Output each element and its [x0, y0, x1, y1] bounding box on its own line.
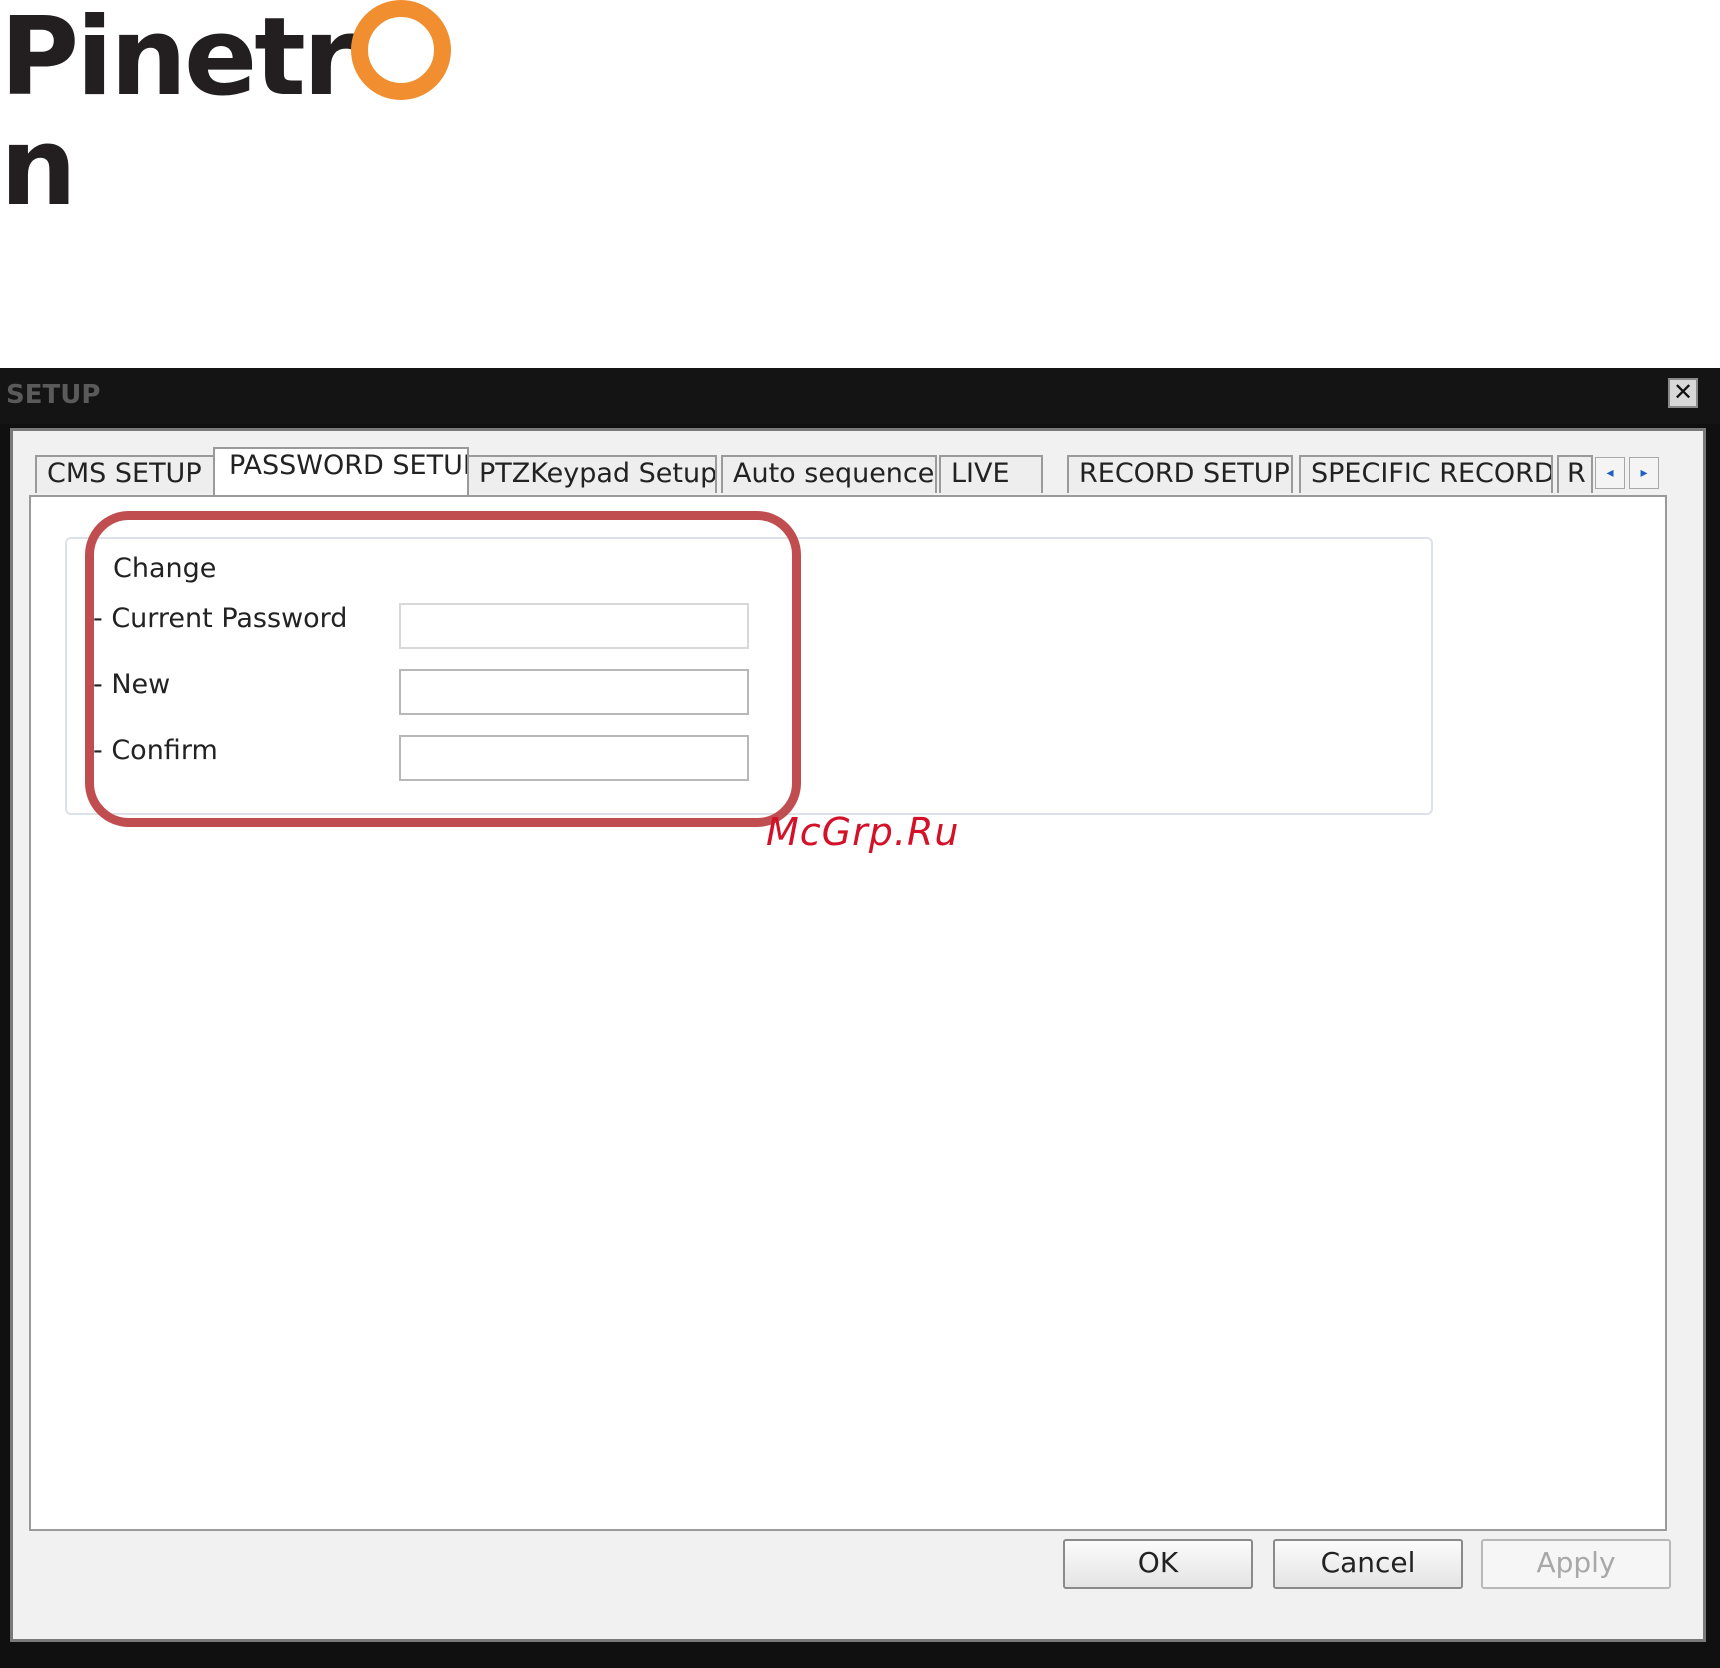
tab-partial-next[interactable]: R: [1557, 455, 1593, 493]
confirm-password-label: - Confirm: [93, 735, 218, 766]
close-button[interactable]: ✕: [1668, 378, 1698, 408]
tab-record-setup[interactable]: RECORD SETUP: [1067, 455, 1293, 493]
current-password-label: - Current Password: [93, 603, 348, 634]
close-icon: ✕: [1672, 378, 1694, 406]
tab-ptzkeypad-setup[interactable]: PTZKeypad Setup: [467, 455, 717, 493]
window-title: SETUP: [6, 380, 101, 410]
tab-label: RECORD SETUP: [1079, 458, 1290, 489]
setup-window: SETUP ✕ CMS SETUP PASSWORD SETUP PTZKeyp…: [0, 368, 1720, 1668]
new-password-label: - New: [93, 669, 171, 700]
pinetron-logo: Pinetrn: [0, 0, 520, 223]
current-password-field[interactable]: [399, 603, 749, 649]
title-bar[interactable]: SETUP ✕: [0, 368, 1720, 424]
apply-button[interactable]: Apply: [1481, 1539, 1671, 1589]
logo-text-end: n: [0, 105, 77, 230]
tab-label: SPECIFIC RECORD: [1311, 458, 1553, 489]
tab-label: CMS SETUP: [47, 458, 202, 489]
tab-specific-record[interactable]: SPECIFIC RECORD: [1299, 455, 1553, 493]
tab-label: LIVE: [951, 458, 1010, 489]
tab-scroll-left-button[interactable]: ◂: [1595, 457, 1625, 489]
tab-label: Auto sequence: [733, 458, 935, 489]
tab-strip: CMS SETUP PASSWORD SETUP PTZKeypad Setup…: [35, 445, 1675, 495]
dialog-client-area: CMS SETUP PASSWORD SETUP PTZKeypad Setup…: [10, 428, 1706, 1642]
tab-live[interactable]: LIVE: [939, 455, 1043, 493]
logo-ring-icon: [351, 0, 452, 100]
logo-text-start: Pinetr: [0, 0, 356, 120]
tab-label: R: [1567, 458, 1586, 489]
tab-cms-setup[interactable]: CMS SETUP: [35, 455, 215, 493]
tab-label: PTZKeypad Setup: [479, 458, 717, 489]
new-password-field[interactable]: [399, 669, 749, 715]
arrow-left-icon: ◂: [1606, 465, 1614, 481]
watermark: McGrp.Ru: [766, 810, 960, 854]
cancel-button[interactable]: Cancel: [1273, 1539, 1463, 1589]
change-password-group: [65, 537, 1433, 815]
tab-auto-sequence[interactable]: Auto sequence: [721, 455, 937, 493]
tab-label: PASSWORD SETUP: [229, 450, 469, 481]
ok-button[interactable]: OK: [1063, 1539, 1253, 1589]
password-setup-page: Change - Current Password - New - Confir…: [29, 495, 1667, 1531]
group-title: Change: [113, 553, 217, 584]
tab-password-setup[interactable]: PASSWORD SETUP: [213, 447, 469, 495]
tab-scroll-right-button[interactable]: ▸: [1629, 457, 1659, 489]
confirm-password-field[interactable]: [399, 735, 749, 781]
arrow-right-icon: ▸: [1640, 465, 1648, 481]
